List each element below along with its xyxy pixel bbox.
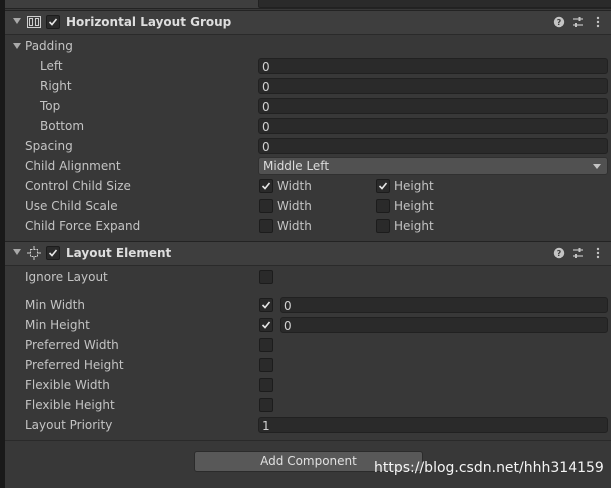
component-divider — [5, 440, 611, 441]
check-icon — [261, 321, 271, 329]
min-width-label: Min Width — [25, 298, 85, 312]
component-enabled-checkbox[interactable] — [46, 246, 60, 260]
padding-top-field[interactable]: 0 — [258, 98, 608, 114]
padding-right-field[interactable]: 0 — [258, 78, 608, 94]
flexible-height-label: Flexible Height — [25, 398, 115, 412]
preset-icon[interactable] — [572, 16, 584, 28]
padding-bottom-field[interactable]: 0 — [258, 118, 608, 134]
padding-foldout-arrow-icon[interactable] — [13, 43, 21, 49]
preset-icon[interactable] — [572, 247, 584, 259]
flexible-width-checkbox[interactable] — [259, 378, 273, 392]
spacing-label: Spacing — [25, 139, 73, 153]
use-child-scale-height-label: Height — [394, 199, 434, 213]
padding-label[interactable]: Padding — [25, 39, 73, 53]
check-icon — [48, 249, 58, 257]
control-child-size-height-label: Height — [394, 179, 434, 193]
kebab-menu-icon[interactable] — [592, 247, 604, 259]
layout-element-icon — [27, 246, 41, 260]
preferred-height-checkbox[interactable] — [259, 358, 273, 372]
svg-text:?: ? — [557, 249, 562, 258]
padding-bottom-label: Bottom — [40, 119, 85, 133]
check-icon — [48, 18, 58, 26]
padding-left-field[interactable]: 0 — [258, 58, 608, 74]
component-title: Horizontal Layout Group — [66, 15, 232, 29]
flexible-width-label: Flexible Width — [25, 378, 110, 392]
check-icon — [378, 182, 388, 190]
flexible-height-checkbox[interactable] — [259, 398, 273, 412]
ignore-layout-checkbox[interactable] — [259, 270, 273, 284]
child-alignment-dropdown[interactable]: Middle Left — [258, 157, 608, 175]
spacing-field[interactable]: 0 — [258, 138, 608, 154]
control-child-size-label: Control Child Size — [25, 179, 131, 193]
previous-component-strip — [5, 0, 611, 9]
control-child-size-width-checkbox[interactable] — [259, 179, 273, 193]
use-child-scale-width-label: Width — [277, 199, 312, 213]
horizontal-layout-group-header[interactable]: Horizontal Layout Group ? — [5, 10, 611, 35]
foldout-arrow-icon[interactable] — [13, 249, 21, 255]
kebab-menu-icon[interactable] — [592, 16, 604, 28]
control-child-size-width-label: Width — [277, 179, 312, 193]
component-title: Layout Element — [66, 246, 172, 260]
padding-top-label: Top — [40, 99, 61, 113]
check-icon — [261, 182, 271, 190]
child-force-expand-height-checkbox[interactable] — [376, 219, 390, 233]
padding-right-label: Right — [40, 79, 72, 93]
min-height-label: Min Height — [25, 318, 90, 332]
use-child-scale-label: Use Child Scale — [25, 199, 118, 213]
child-force-expand-label: Child Force Expand — [25, 219, 141, 233]
child-force-expand-width-label: Width — [277, 219, 312, 233]
layout-element-header[interactable]: Layout Element ? — [5, 241, 611, 266]
previous-field[interactable] — [258, 0, 611, 8]
min-height-field[interactable]: 0 — [280, 317, 608, 333]
component-enabled-checkbox[interactable] — [46, 15, 60, 29]
preferred-width-label: Preferred Width — [25, 338, 119, 352]
child-force-expand-height-label: Height — [394, 219, 434, 233]
use-child-scale-height-checkbox[interactable] — [376, 199, 390, 213]
help-icon[interactable]: ? — [553, 16, 565, 28]
preferred-width-checkbox[interactable] — [259, 338, 273, 352]
control-child-size-height-checkbox[interactable] — [376, 179, 390, 193]
watermark-text: https://blog.csdn.net/hhh314159 — [374, 460, 604, 476]
ignore-layout-label: Ignore Layout — [25, 270, 108, 284]
inspector-panel: Horizontal Layout Group ? Padding Left 0… — [0, 0, 611, 488]
min-width-field[interactable]: 0 — [280, 297, 608, 313]
svg-text:?: ? — [557, 18, 562, 27]
horizontal-layout-icon — [27, 15, 41, 29]
foldout-arrow-icon[interactable] — [13, 18, 21, 24]
min-width-checkbox[interactable] — [259, 298, 273, 312]
min-height-checkbox[interactable] — [259, 318, 273, 332]
check-icon — [261, 301, 271, 309]
child-alignment-label: Child Alignment — [25, 159, 121, 173]
padding-left-label: Left — [40, 59, 63, 73]
help-icon[interactable]: ? — [553, 247, 565, 259]
dropdown-arrow-icon — [593, 164, 601, 169]
use-child-scale-width-checkbox[interactable] — [259, 199, 273, 213]
child-alignment-value: Middle Left — [263, 159, 330, 173]
layout-priority-label: Layout Priority — [25, 418, 113, 432]
child-force-expand-width-checkbox[interactable] — [259, 219, 273, 233]
layout-priority-field[interactable]: 1 — [258, 417, 608, 433]
preferred-height-label: Preferred Height — [25, 358, 124, 372]
